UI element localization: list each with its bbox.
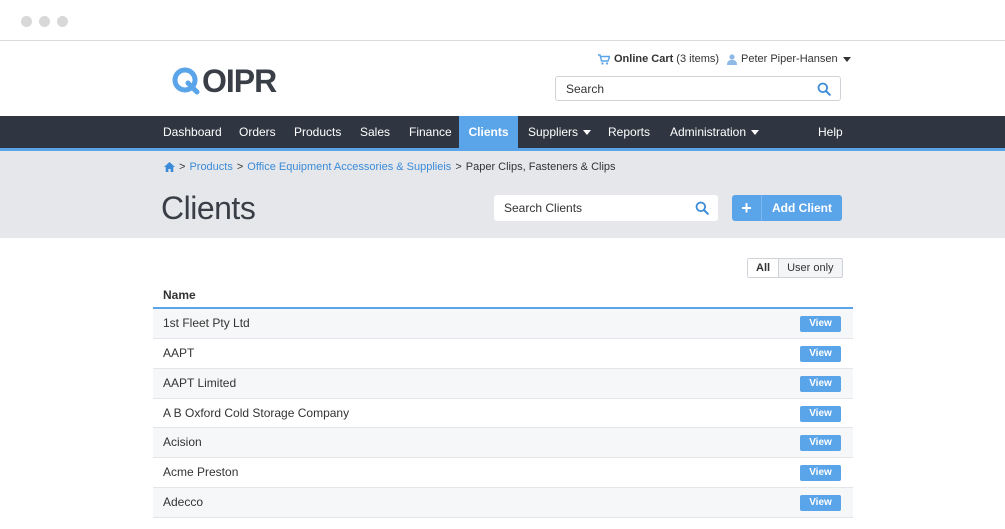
main-nav: Dashboard Orders Products Sales Finance … (0, 116, 1005, 148)
nav-item-sales[interactable]: Sales (350, 116, 400, 148)
breadcrumb-separator: > (179, 161, 186, 173)
table-row: AAPT View (153, 339, 853, 369)
header-search-placeholder: Search (566, 81, 605, 96)
logo-q-icon (172, 67, 200, 95)
page-header-band: > Products > Office Equipment Accessorie… (0, 151, 1005, 238)
nav-item-reports[interactable]: Reports (598, 116, 660, 148)
chevron-down-icon (751, 130, 760, 136)
table-row: 1st Fleet Pty Ltd View (153, 309, 853, 339)
table-body: 1st Fleet Pty Ltd View AAPT View AAPT Limite… (153, 309, 853, 518)
online-cart-link[interactable]: Online Cart (3 items) (598, 52, 719, 66)
filter-user-only-button[interactable]: User only (779, 259, 841, 277)
view-button[interactable]: View (800, 435, 841, 452)
logo-text: OIPR (202, 63, 277, 99)
view-button[interactable]: View (800, 375, 841, 392)
table-row: Acision View (153, 428, 853, 459)
plus-icon: + (732, 195, 762, 221)
home-icon[interactable] (164, 162, 175, 172)
window-minimize-dot[interactable] (39, 16, 50, 27)
view-button[interactable]: View (800, 495, 841, 512)
nav-label: Reports (608, 125, 651, 139)
breadcrumb: > Products > Office Equipment Accessorie… (164, 161, 616, 173)
add-client-label: Add Client (772, 201, 832, 215)
client-name: 1st Fleet Pty Ltd (163, 316, 250, 330)
breadcrumb-link-products[interactable]: Products (189, 161, 232, 173)
chevron-down-icon (583, 130, 592, 136)
breadcrumb-link-category[interactable]: Office Equipment Accessories & Supplieis (247, 161, 451, 173)
nav-label: Suppliers (528, 125, 579, 139)
breadcrumb-current: Paper Clips, Fasteners & Clips (465, 161, 616, 173)
table-row: Adecco View (153, 488, 853, 518)
cart-icon (598, 53, 610, 65)
nav-label: Products (294, 125, 342, 139)
breadcrumb-separator: > (236, 161, 244, 173)
page-title: Clients (161, 190, 256, 226)
header-search-input[interactable]: Search (555, 76, 841, 101)
clients-search-input[interactable]: Search Clients (494, 195, 718, 221)
nav-item-orders[interactable]: Orders (229, 116, 284, 148)
filter-toggle: All User only (747, 258, 843, 278)
view-button[interactable]: View (800, 405, 841, 422)
nav-item-finance[interactable]: Finance (399, 116, 459, 148)
nav-label: Clients (468, 125, 509, 139)
table-row: AAPT Limited View (153, 368, 853, 399)
nav-label: Help (818, 125, 843, 139)
window-titlebar (0, 0, 1005, 41)
client-name: Adecco (163, 495, 204, 510)
nav-label: Sales (360, 125, 391, 139)
user-icon (727, 53, 737, 65)
breadcrumb-separator: > (455, 161, 462, 173)
nav-label: Finance (409, 125, 452, 139)
client-name: Acision (163, 435, 202, 450)
view-button[interactable]: View (800, 316, 841, 332)
client-name: A B Oxford Cold Storage Company (163, 405, 350, 420)
column-header-name[interactable]: Name (153, 285, 853, 309)
window-maximize-dot[interactable] (57, 16, 68, 27)
site-header: OIPR Online Cart (3 items) Peter Piper-H… (0, 41, 1005, 116)
cart-count: (3 items) (676, 53, 720, 65)
logo[interactable]: OIPR (172, 61, 277, 101)
search-icon[interactable] (817, 82, 831, 96)
table-row: Acme Preston View (153, 458, 853, 489)
table-row: A B Oxford Cold Storage Company View (153, 399, 853, 429)
nav-item-dashboard[interactable]: Dashboard (153, 116, 229, 148)
search-icon[interactable] (695, 201, 709, 215)
cart-label: Online Cart (614, 53, 674, 65)
client-name: AAPT (163, 345, 195, 360)
view-button[interactable]: View (800, 465, 841, 482)
filter-all-button[interactable]: All (748, 259, 780, 277)
nav-item-products[interactable]: Products (284, 116, 349, 148)
add-client-button[interactable]: + Add Client (732, 195, 842, 221)
nav-item-help[interactable]: Help (808, 116, 853, 148)
clients-search-placeholder: Search Clients (504, 201, 583, 215)
user-menu[interactable]: Peter Piper-Hansen (727, 52, 851, 66)
nav-label: Orders (239, 125, 276, 139)
window-close-dot[interactable] (21, 16, 32, 27)
nav-item-clients[interactable]: Clients (459, 116, 518, 148)
nav-label: Dashboard (163, 125, 222, 139)
chevron-down-icon (842, 56, 851, 62)
clients-table: Name 1st Fleet Pty Ltd View AAPT View AAPT L… (153, 285, 853, 518)
client-name: Acme Preston (163, 465, 239, 480)
user-name: Peter Piper-Hansen (741, 53, 838, 65)
nav-label: Administration (670, 125, 747, 139)
nav-item-administration[interactable]: Administration (660, 116, 765, 148)
client-name: AAPT Limited (163, 375, 237, 390)
nav-item-suppliers[interactable]: Suppliers (518, 116, 598, 148)
view-button[interactable]: View (800, 345, 841, 362)
